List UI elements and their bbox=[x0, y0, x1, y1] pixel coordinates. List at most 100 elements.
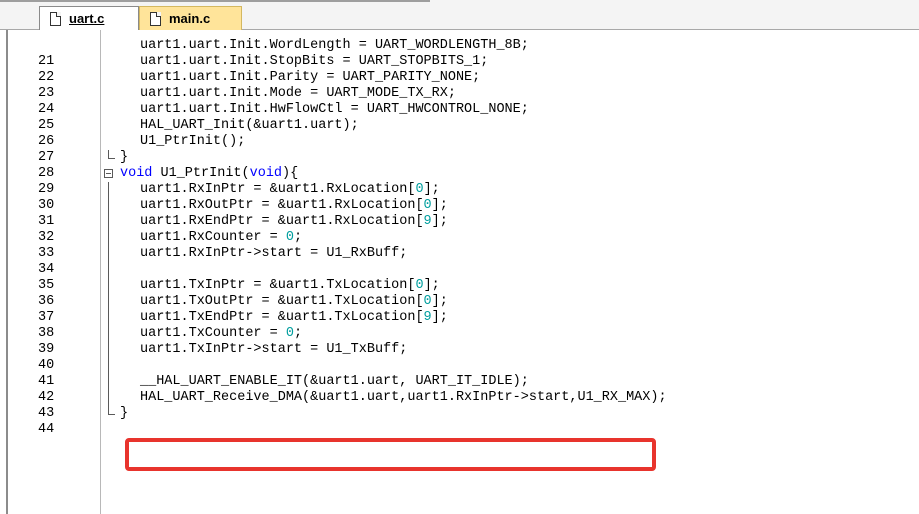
code-segment: ){ bbox=[282, 166, 299, 181]
code-text[interactable]: uart1.TxInPtr = &uart1.TxLocation[0]; bbox=[140, 278, 440, 294]
highlight-box bbox=[125, 438, 656, 471]
number-literal: 9 bbox=[423, 214, 432, 229]
code-line: 31 uart1.RxOutPtr = &uart1.RxLocation[0]… bbox=[0, 198, 919, 229]
file-tab-bar: uart.c main.c bbox=[0, 0, 919, 30]
code-segment: ]; bbox=[431, 214, 448, 229]
fold-end-marker bbox=[102, 150, 118, 166]
fold-range-line bbox=[102, 198, 118, 214]
fold-range-line bbox=[102, 278, 118, 294]
fold-range-line bbox=[102, 262, 118, 278]
code-text[interactable]: HAL_UART_Receive_DMA(&uart1.uart,uart1.R… bbox=[140, 390, 667, 406]
code-line: 44 } bbox=[0, 406, 919, 437]
line-number: 44 bbox=[38, 422, 55, 437]
code-line: 34 uart1.RxInPtr->start = U1_RxBuff; bbox=[0, 246, 919, 277]
fold-range-line bbox=[102, 390, 118, 406]
code-editor-window: uart.c main.c 21 uart1.uart.Init.WordLen… bbox=[0, 0, 919, 514]
code-text[interactable]: HAL_UART_Init(&uart1.uart); bbox=[140, 118, 359, 134]
tab-bar-top-border bbox=[0, 0, 430, 2]
code-text[interactable]: uart1.RxCounter = 0; bbox=[140, 230, 302, 246]
tab-label: uart.c bbox=[69, 11, 105, 26]
number-literal: 0 bbox=[415, 278, 424, 293]
code-line: 24 uart1.uart.Init.Mode = UART_MODE_TX_R… bbox=[0, 86, 919, 117]
code-text[interactable]: U1_PtrInit(); bbox=[140, 134, 245, 150]
fold-range-line bbox=[102, 246, 118, 262]
fold-range-line bbox=[102, 374, 118, 390]
fold-range-line bbox=[102, 342, 118, 358]
tab-label: main.c bbox=[169, 11, 211, 26]
code-segment: ]; bbox=[423, 182, 440, 197]
code-segment: ]; bbox=[431, 294, 448, 309]
code-segment: uart1.RxEndPtr = &uart1.RxLocation[ bbox=[140, 214, 424, 229]
code-line: 22 uart1.uart.Init.StopBits = UART_STOPB… bbox=[0, 54, 919, 85]
code-segment: ]; bbox=[431, 310, 448, 325]
code-line: 23 uart1.uart.Init.Parity = UART_PARITY_… bbox=[0, 70, 919, 101]
fold-range-line bbox=[102, 358, 118, 374]
number-literal: 0 bbox=[285, 326, 294, 341]
code-line: 26 HAL_UART_Init(&uart1.uart); bbox=[0, 118, 919, 149]
code-text[interactable]: uart1.RxEndPtr = &uart1.RxLocation[9]; bbox=[140, 214, 448, 230]
tab-uart-c[interactable]: uart.c bbox=[39, 6, 139, 30]
code-editor[interactable]: 21 uart1.uart.Init.WordLength = UART_WOR… bbox=[0, 30, 919, 514]
fold-end-marker bbox=[102, 406, 118, 422]
fold-range-line bbox=[102, 214, 118, 230]
code-segment: uart1.RxOutPtr = &uart1.RxLocation[ bbox=[140, 198, 424, 213]
code-text[interactable]: } bbox=[120, 406, 128, 422]
code-line: 29 void U1_PtrInit(void){ bbox=[0, 166, 919, 197]
code-text[interactable]: uart1.TxCounter = 0; bbox=[140, 326, 302, 342]
number-literal: 0 bbox=[423, 198, 432, 213]
code-segment: uart1.TxOutPtr = &uart1.TxLocation[ bbox=[140, 294, 424, 309]
code-segment: uart1.TxEndPtr = &uart1.TxLocation[ bbox=[140, 310, 424, 325]
code-segment: uart1.TxInPtr = &uart1.TxLocation[ bbox=[140, 278, 416, 293]
code-line: 38 uart1.TxEndPtr = &uart1.TxLocation[9]… bbox=[0, 310, 919, 341]
code-line: 36 uart1.TxInPtr = &uart1.TxLocation[0]; bbox=[0, 278, 919, 309]
code-line: 30 uart1.RxInPtr = &uart1.RxLocation[0]; bbox=[0, 182, 919, 213]
code-line: 41 bbox=[0, 358, 919, 389]
code-line: 40 uart1.TxInPtr->start = U1_TxBuff; bbox=[0, 342, 919, 373]
file-icon bbox=[150, 11, 161, 26]
code-line: 39 uart1.TxCounter = 0; bbox=[0, 326, 919, 357]
fold-range-line bbox=[102, 230, 118, 246]
fold-range-line bbox=[102, 310, 118, 326]
code-text[interactable]: uart1.uart.Init.WordLength = UART_WORDLE… bbox=[140, 38, 529, 54]
number-literal: 0 bbox=[415, 182, 424, 197]
code-segment: ]; bbox=[423, 278, 440, 293]
collapse-toggle-icon[interactable] bbox=[102, 166, 118, 182]
code-segment: ; bbox=[293, 230, 303, 245]
code-line: 33 uart1.RxCounter = 0; bbox=[0, 230, 919, 261]
code-text[interactable]: } bbox=[120, 150, 128, 166]
keyword: void bbox=[120, 166, 153, 181]
code-text[interactable]: uart1.TxOutPtr = &uart1.TxLocation[0]; bbox=[140, 294, 448, 310]
code-line: 25 uart1.uart.Init.HwFlowCtl = UART_HWCO… bbox=[0, 102, 919, 133]
keyword: void bbox=[249, 166, 283, 181]
code-segment: U1_PtrInit( bbox=[152, 166, 250, 181]
code-line: 42 __HAL_UART_ENABLE_IT(&uart1.uart, UAR… bbox=[0, 374, 919, 405]
code-segment: uart1.TxCounter = bbox=[140, 326, 286, 341]
code-text[interactable]: uart1.RxOutPtr = &uart1.RxLocation[0]; bbox=[140, 198, 448, 214]
fold-range-line bbox=[102, 182, 118, 198]
code-text[interactable]: uart1.uart.Init.HwFlowCtl = UART_HWCONTR… bbox=[140, 102, 529, 118]
code-text[interactable]: uart1.TxInPtr->start = U1_TxBuff; bbox=[140, 342, 407, 358]
number-literal: 0 bbox=[423, 294, 432, 309]
code-text[interactable]: uart1.RxInPtr = &uart1.RxLocation[0]; bbox=[140, 182, 440, 198]
code-line: 21 uart1.uart.Init.WordLength = UART_WOR… bbox=[0, 38, 919, 69]
code-line: 37 uart1.TxOutPtr = &uart1.TxLocation[0]… bbox=[0, 294, 919, 325]
code-line: 32 uart1.RxEndPtr = &uart1.RxLocation[9]… bbox=[0, 214, 919, 245]
number-literal: 9 bbox=[423, 310, 432, 325]
tab-main-c[interactable]: main.c bbox=[139, 6, 242, 30]
code-line: 28 } bbox=[0, 150, 919, 181]
code-line: 43 HAL_UART_Receive_DMA(&uart1.uart,uart… bbox=[0, 390, 919, 421]
code-text[interactable]: uart1.uart.Init.Parity = UART_PARITY_NON… bbox=[140, 70, 480, 86]
code-text[interactable]: void U1_PtrInit(void){ bbox=[120, 166, 298, 182]
number-literal: 0 bbox=[285, 230, 294, 245]
code-line: 35 bbox=[0, 262, 919, 293]
code-segment: uart1.RxInPtr = &uart1.RxLocation[ bbox=[140, 182, 416, 197]
code-segment: ]; bbox=[431, 198, 448, 213]
code-text[interactable]: uart1.uart.Init.StopBits = UART_STOPBITS… bbox=[140, 54, 488, 70]
code-text[interactable]: uart1.RxInPtr->start = U1_RxBuff; bbox=[140, 246, 407, 262]
code-text[interactable]: uart1.TxEndPtr = &uart1.TxLocation[9]; bbox=[140, 310, 448, 326]
code-text[interactable]: uart1.uart.Init.Mode = UART_MODE_TX_RX; bbox=[140, 86, 456, 102]
code-text[interactable]: __HAL_UART_ENABLE_IT(&uart1.uart, UART_I… bbox=[140, 374, 529, 390]
fold-range-line bbox=[102, 326, 118, 342]
file-icon bbox=[50, 11, 61, 26]
fold-range-line bbox=[102, 294, 118, 310]
